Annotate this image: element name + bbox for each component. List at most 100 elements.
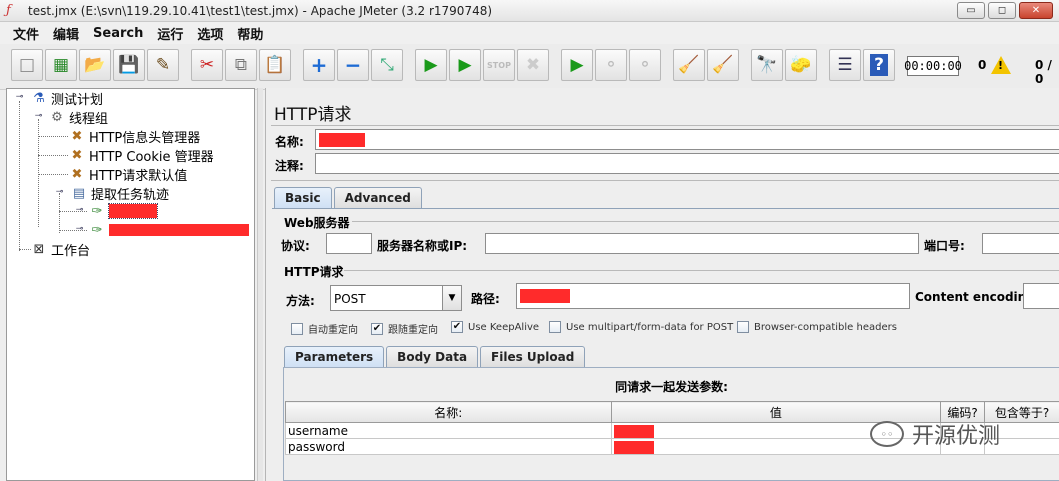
menu-run[interactable]: 运行	[150, 24, 190, 43]
start-button[interactable]: ▶	[415, 49, 447, 81]
paste-button[interactable]: 📋	[259, 49, 291, 81]
browser-compatible-checkbox[interactable]: Browser-compatible headers	[737, 321, 897, 333]
close-button[interactable]: ✕	[1019, 2, 1053, 19]
param-name-cell[interactable]: password	[285, 438, 612, 455]
minimize-button[interactable]: ▭	[957, 2, 985, 19]
tree-line	[38, 136, 68, 137]
menu-help[interactable]: 帮助	[230, 24, 270, 43]
shutdown-icon: ✖	[525, 55, 541, 75]
collapse-icon: −	[344, 53, 362, 77]
save-as-button[interactable]: ✎	[147, 49, 179, 81]
multipart-checkbox[interactable]: Use multipart/form-data for POST	[549, 321, 733, 333]
divider	[271, 180, 1059, 181]
tree-node-sampler-selected[interactable]: ✑	[89, 202, 158, 220]
start-icon: ▶	[424, 55, 438, 75]
templates-icon: ▦	[52, 55, 70, 75]
help-button[interactable]: ?	[863, 49, 895, 81]
clear-button[interactable]: 🧹	[673, 49, 705, 81]
menu-file[interactable]: 文件	[6, 24, 46, 43]
web-server-group-title: Web服务器	[284, 216, 350, 230]
tree-line	[19, 249, 31, 250]
protocol-field[interactable]	[326, 233, 372, 254]
gear-icon: ⚙	[51, 109, 63, 125]
tree-toggle-icon[interactable]: ⊸	[75, 206, 84, 215]
reset-search-button[interactable]: 🧽	[785, 49, 817, 81]
search-button[interactable]: 🔭	[751, 49, 783, 81]
tree-node-transaction[interactable]: ▤ 提取任务轨迹	[71, 184, 169, 203]
redacted-label	[108, 203, 158, 219]
column-header-name[interactable]: 名称:	[285, 401, 612, 423]
tree-node-header-manager[interactable]: ✖ HTTP信息头管理器	[69, 127, 201, 146]
menu-edit[interactable]: 编辑	[46, 24, 86, 43]
param-name-cell[interactable]: username	[285, 422, 612, 439]
server-field[interactable]	[485, 233, 919, 254]
toggle-button[interactable]: ⤡	[371, 49, 403, 81]
tab-files-upload[interactable]: Files Upload	[480, 346, 586, 367]
new-button[interactable]: □	[11, 49, 43, 81]
content-encoding-field[interactable]	[1023, 283, 1059, 309]
follow-redirects-checkbox[interactable]: ✔ 跟随重定向	[371, 321, 438, 336]
watermark: ◦◦ 开源优测	[870, 418, 1000, 450]
shutdown-button[interactable]: ✖	[517, 49, 549, 81]
params-caption: 同请求一起发送参数:	[615, 380, 728, 394]
warning-icon[interactable]: !	[991, 56, 1011, 74]
tree-node-sampler[interactable]: ✑	[89, 221, 249, 239]
tab-body-data[interactable]: Body Data	[386, 346, 479, 367]
tree-node-label: 工作台	[51, 243, 91, 259]
redacted-label	[109, 224, 249, 236]
templates-button[interactable]: ▦	[45, 49, 77, 81]
tree-toggle-icon[interactable]: ⊸	[75, 225, 84, 234]
tab-basic[interactable]: Basic	[274, 187, 332, 208]
tree-node-thread-group[interactable]: ⚙ 线程组	[49, 108, 108, 127]
start-no-pause-button[interactable]: ▶	[449, 49, 481, 81]
expand-icon: +	[310, 53, 328, 77]
tab-advanced[interactable]: Advanced	[333, 187, 422, 208]
panel-splitter[interactable]	[257, 88, 263, 481]
collapse-button[interactable]: −	[337, 49, 369, 81]
workbench-icon: ⊠	[33, 241, 45, 257]
comment-field[interactable]	[315, 153, 1059, 174]
function-helper-icon: ☰	[837, 55, 853, 75]
test-plan-tree: ⊸ ⚗ 测试计划 ⊸ ⚙ 线程组 ✖ HTTP信息头管理器 ✖ HTTP Coo…	[6, 88, 255, 481]
path-field[interactable]	[516, 283, 910, 309]
checkbox-box	[291, 322, 303, 335]
wechat-logo-icon: ◦◦	[870, 421, 904, 447]
tab-parameters[interactable]: Parameters	[284, 346, 385, 367]
name-field[interactable]	[315, 129, 1059, 150]
tree-node-label: 测试计划	[51, 92, 104, 108]
remote-start-button[interactable]: ▶	[561, 49, 593, 81]
remote-shutdown-button[interactable]: ⚬	[629, 49, 661, 81]
copy-icon: ⧉	[234, 55, 248, 75]
pipette-icon: ✑	[91, 222, 103, 238]
checkbox-box: ✔	[451, 321, 463, 333]
tree-toggle-icon[interactable]: ⊸	[15, 93, 24, 102]
menu-options[interactable]: 选项	[190, 24, 230, 43]
open-button[interactable]: 📂	[79, 49, 111, 81]
stop-button[interactable]: STOP	[483, 49, 515, 81]
cut-button[interactable]: ✂	[191, 49, 223, 81]
tree-node-cookie-manager[interactable]: ✖ HTTP Cookie 管理器	[69, 146, 214, 165]
auto-redirect-checkbox[interactable]: 自动重定向	[291, 321, 358, 336]
clear-all-button[interactable]: 🧹	[707, 49, 739, 81]
tree-node-test-plan[interactable]: ⚗ 测试计划	[31, 89, 104, 108]
tree-toggle-icon[interactable]: ⊸	[34, 112, 43, 121]
pipette-icon: ✑	[91, 203, 103, 219]
expand-button[interactable]: +	[303, 49, 335, 81]
maximize-button[interactable]: ◻	[988, 2, 1016, 19]
remote-stop-button[interactable]: ⚬	[595, 49, 627, 81]
method-select[interactable]: POST ▼	[330, 285, 462, 311]
active-threads: 0 / 0	[1035, 58, 1052, 86]
save-icon: 💾	[118, 55, 140, 75]
function-helper-button[interactable]: ☰	[829, 49, 861, 81]
wrench-icon: ✖	[71, 166, 83, 182]
tree-node-request-defaults[interactable]: ✖ HTTP请求默认值	[69, 165, 188, 184]
port-field[interactable]	[982, 233, 1059, 254]
save-button[interactable]: 💾	[113, 49, 145, 81]
menu-search[interactable]: Search	[86, 26, 150, 41]
copy-button[interactable]: ⧉	[225, 49, 257, 81]
keepalive-checkbox[interactable]: ✔ Use KeepAlive	[451, 321, 539, 333]
tree-node-workbench[interactable]: ⊠ 工作台	[31, 240, 91, 259]
tree-node-label: HTTP请求默认值	[89, 168, 188, 184]
tree-toggle-icon[interactable]: ⊸	[55, 188, 64, 197]
checkbox-box	[549, 321, 561, 333]
